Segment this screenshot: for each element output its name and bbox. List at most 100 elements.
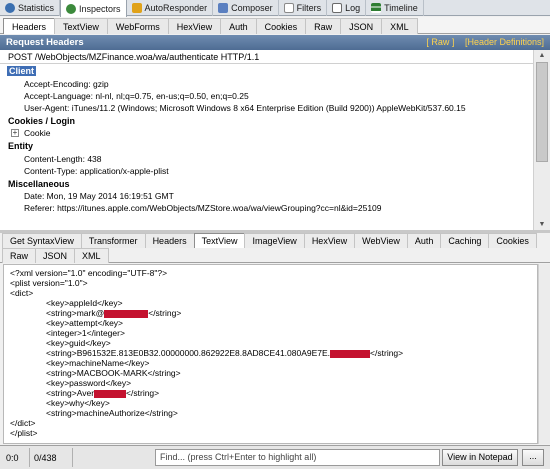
xml-text-view[interactable]: <?xml version="1.0" encoding="UTF-8"?> <… [3, 264, 538, 444]
header-links: [ Raw ] [Header Definitions] [418, 37, 544, 47]
scroll-up-icon[interactable]: ▲ [534, 50, 550, 61]
res-tab-transformer[interactable]: Transformer [80, 233, 146, 248]
xml-integer-attempt: <integer>1</integer> [46, 328, 125, 338]
res-tab-json[interactable]: JSON [35, 248, 76, 263]
request-headers-title: Request Headers [6, 37, 84, 48]
xml-key-attempt: <key>attempt</key> [46, 318, 124, 328]
tab-log[interactable]: Log [327, 0, 367, 16]
expand-plus-icon[interactable]: + [11, 129, 19, 137]
pencil-icon [218, 3, 229, 13]
status-bar: 0:0 0/438 Find... (press Ctrl+Enter to h… [0, 445, 550, 469]
xml-string-appleid: <string>mark@ </string> [46, 308, 181, 318]
req-tab-raw[interactable]: Raw [305, 18, 342, 34]
header-definitions-link[interactable]: [Header Definitions] [465, 37, 544, 47]
xml-scrollbar[interactable] [538, 264, 550, 444]
xml-text: </string> [126, 388, 160, 398]
main-tab-bar: Statistics Inspectors AutoResponder Comp… [0, 0, 550, 17]
tab-composer[interactable]: Composer [213, 0, 279, 16]
group-client[interactable]: Client [7, 66, 37, 76]
lightning-icon [131, 3, 142, 13]
res-tab-headers[interactable]: Headers [144, 233, 195, 248]
xml-key-guid: <key>guid</key> [46, 338, 111, 348]
tab-filters[interactable]: Filters [279, 0, 328, 16]
header-cookie[interactable]: Cookie [24, 128, 50, 138]
xml-key-appleid: <key>appleId</key> [46, 298, 123, 308]
response-inspector-tabs-row2: Raw JSON XML [0, 248, 550, 263]
header-referer[interactable]: Referer: https://itunes.apple.com/WebObj… [24, 203, 382, 213]
req-tab-headers[interactable]: Headers [3, 18, 56, 34]
xml-text: </string> [148, 308, 182, 318]
tab-timeline[interactable]: Timeline [366, 0, 424, 16]
header-scrollbar[interactable]: ▲ ▼ [533, 50, 550, 230]
tab-label: AutoResponder [144, 3, 208, 13]
redaction-block [330, 349, 371, 358]
tab-autoresponder[interactable]: AutoResponder [127, 0, 214, 16]
tab-statistics[interactable]: Statistics [0, 0, 61, 16]
xml-string-password: <string>Aver </string> [46, 388, 159, 398]
divider [72, 448, 73, 467]
header-accept-encoding[interactable]: Accept-Encoding: gzip [24, 79, 109, 89]
header-content-length[interactable]: Content-Length: 438 [24, 154, 102, 164]
res-tab-webview[interactable]: WebView [354, 233, 408, 248]
tab-label: Timeline [384, 3, 418, 13]
res-tab-auth[interactable]: Auth [406, 233, 442, 248]
find-input[interactable]: Find... (press Ctrl+Enter to highlight a… [155, 449, 440, 466]
res-tab-textview[interactable]: TextView [193, 233, 246, 248]
content-length: 0/438 [34, 453, 57, 463]
xml-key-password: <key>password</key> [46, 378, 132, 388]
xml-declaration: <?xml version="1.0" encoding="UTF-8"?> [10, 268, 168, 278]
request-header-tree: Client Accept-Encoding: gzip Accept-Lang… [0, 64, 533, 230]
xml-text: </string> [370, 348, 404, 358]
raw-link[interactable]: [ Raw ] [426, 37, 454, 47]
req-tab-cookies[interactable]: Cookies [255, 18, 307, 34]
res-tab-caching[interactable]: Caching [440, 233, 490, 248]
tab-inspectors[interactable]: Inspectors [60, 0, 127, 17]
res-tab-get-syntaxview[interactable]: Get SyntaxView [2, 233, 82, 248]
res-tab-cookies[interactable]: Cookies [488, 233, 537, 248]
header-date[interactable]: Date: Mon, 19 May 2014 16:19:51 GMT [24, 191, 174, 201]
tab-label: Statistics [18, 3, 55, 13]
group-cookies-login[interactable]: Cookies / Login [8, 116, 75, 126]
request-headers-titlebar: Request Headers [ Raw ] [Header Definiti… [0, 35, 550, 50]
req-tab-textview[interactable]: TextView [54, 18, 108, 34]
magnifier-icon [66, 3, 77, 14]
request-inspector-tabs: Headers TextView WebForms HexView Auth C… [0, 17, 550, 34]
req-tab-webforms[interactable]: WebForms [106, 18, 169, 34]
tab-label: Composer [231, 3, 273, 13]
tab-label: Filters [296, 3, 322, 13]
tab-label: Log [345, 3, 361, 13]
redaction-block [94, 389, 127, 398]
timeline-icon [371, 3, 382, 13]
tab-label: Inspectors [79, 3, 121, 14]
xml-text: <string>B961532E.813E0B32.00000000.86292… [46, 348, 331, 358]
cursor-position: 0:0 [6, 453, 19, 463]
scroll-down-icon[interactable]: ▼ [534, 219, 550, 230]
request-line: POST /WebObjects/MZFinance.woa/wa/authen… [0, 50, 533, 64]
header-user-agent[interactable]: User-Agent: iTunes/11.2 (Windows; Micros… [24, 103, 466, 113]
header-content-type[interactable]: Content-Type: application/x-apple-plist [24, 166, 169, 176]
xml-string-machinename: <string>MACBOOK-MARK</string> [46, 368, 181, 378]
req-tab-hexview[interactable]: HexView [167, 18, 222, 34]
view-in-notepad-button[interactable]: View in Notepad [442, 449, 518, 466]
scroll-thumb[interactable] [536, 62, 548, 162]
xml-plist-close: </plist> [10, 428, 38, 438]
group-miscellaneous[interactable]: Miscellaneous [8, 179, 70, 189]
more-options-button[interactable]: ... [522, 449, 544, 466]
xml-dict-open: <dict> [10, 288, 34, 298]
header-accept-language[interactable]: Accept-Language: nl-nl, nl;q=0.75, en-us… [24, 91, 249, 101]
xml-text: <string>Aver [46, 388, 95, 398]
res-tab-xml[interactable]: XML [74, 248, 109, 263]
res-tab-imageview[interactable]: ImageView [244, 233, 305, 248]
group-entity[interactable]: Entity [8, 141, 33, 151]
req-tab-json[interactable]: JSON [340, 18, 383, 34]
req-tab-auth[interactable]: Auth [220, 18, 257, 34]
res-tab-raw[interactable]: Raw [2, 248, 37, 263]
document-icon [332, 3, 343, 13]
checkbox-icon [283, 3, 294, 13]
res-tab-hexview[interactable]: HexView [303, 233, 356, 248]
xml-dict-close: </dict> [10, 418, 36, 428]
req-tab-xml[interactable]: XML [381, 18, 418, 34]
divider [29, 448, 30, 467]
redaction-block [104, 309, 149, 318]
response-inspector-tabs-row1: Get SyntaxView Transformer Headers TextV… [0, 233, 550, 248]
